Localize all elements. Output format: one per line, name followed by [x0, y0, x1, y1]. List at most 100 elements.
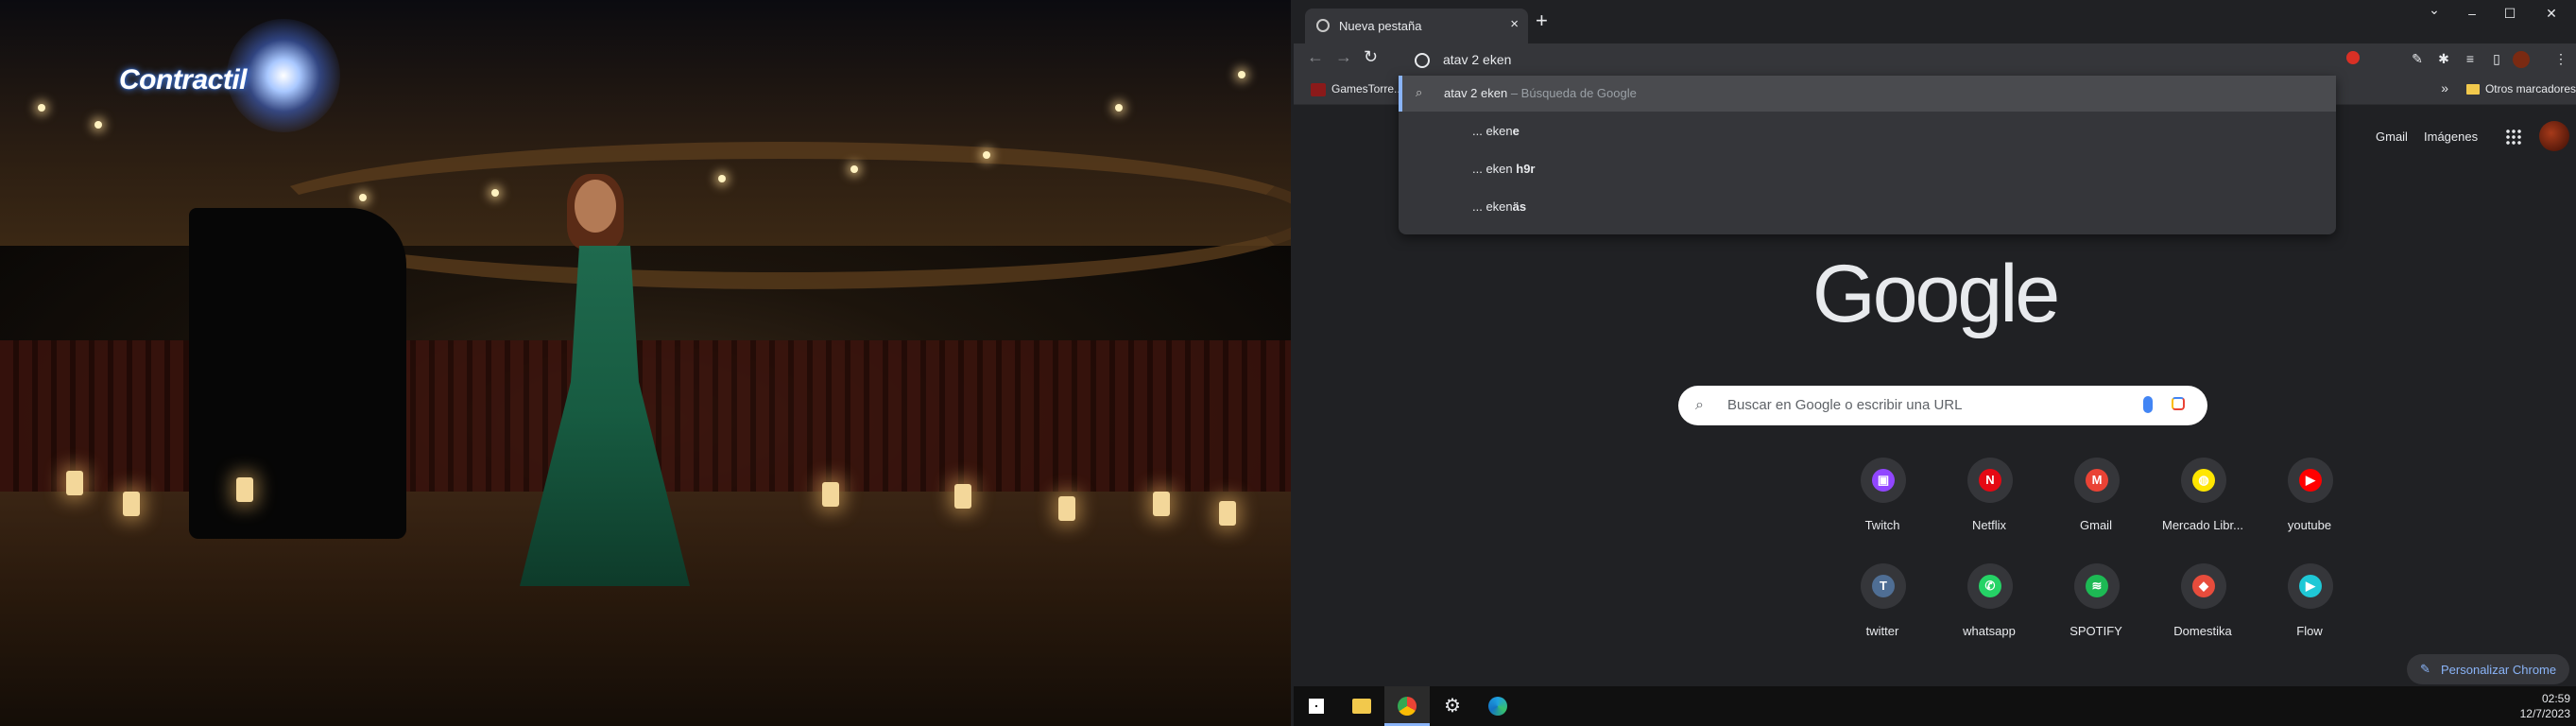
start-button[interactable] — [1294, 686, 1339, 726]
taskbar-file-explorer[interactable] — [1339, 686, 1384, 726]
suggestion-text: ... eken — [1472, 199, 1513, 214]
reload-icon[interactable]: ↻ — [1364, 47, 1378, 67]
shortcut-tile[interactable]: ▶ Flow — [2257, 563, 2362, 669]
bookmark-gamestorrents[interactable]: GamesTorre... — [1311, 82, 1403, 96]
clock-date: 12/7/2023 — [2519, 707, 2570, 720]
suggestion-text: atav 2 eken — [1444, 86, 1508, 100]
light-bulb — [94, 121, 102, 129]
side-panel-icon[interactable]: ▯ — [2488, 51, 2505, 68]
tab-new-tab[interactable]: Nueva pestaña × — [1305, 9, 1528, 43]
shortcut-icon-circle: ▶ — [2288, 563, 2333, 609]
clock[interactable]: 02:59 12/7/2023 — [2520, 691, 2570, 721]
suggestion-text: ... eken — [1472, 162, 1517, 176]
shortcut-tile[interactable]: ◆ Domestika — [2150, 563, 2256, 669]
light-bulb — [491, 189, 499, 197]
browser-window: Nueva pestaña × + ⌄ – ☐ ✕ ← → ↻ atav 2 e… — [1294, 0, 2576, 686]
shortcut-tile[interactable]: Ttwitter — [1829, 563, 1935, 669]
pen-icon[interactable]: ✎ — [2409, 51, 2426, 68]
avatar[interactable] — [2539, 121, 2569, 151]
taskbar-settings[interactable]: ⚙ — [1430, 686, 1475, 726]
avatar[interactable] — [2513, 51, 2530, 68]
tab-title: Nueva pestaña — [1339, 19, 1422, 33]
images-link[interactable]: Imágenes — [2424, 130, 2478, 144]
menu-icon[interactable]: ⋮ — [2552, 51, 2569, 68]
overlay-logo: Contractil — [119, 64, 248, 95]
shortcut-icon-circle: M — [2074, 458, 2120, 503]
taskbar-edge[interactable] — [1475, 686, 1520, 726]
light-bulb — [718, 175, 726, 182]
suggestion-item[interactable]: ⌕ atav 2 eken – Búsqueda de Google — [1399, 76, 2336, 112]
video-frame: Contractil — [0, 0, 1291, 726]
media-icon[interactable]: ≡ — [2462, 51, 2479, 68]
minimize-button[interactable]: – — [2453, 6, 2491, 21]
suggestion-item[interactable]: ... ekene — [1399, 113, 2336, 149]
search-icon: ⌕ — [1695, 397, 1704, 413]
close-icon[interactable]: × — [1510, 16, 1519, 32]
whatsapp-icon: ✆ — [1979, 575, 2001, 597]
shortcut-tile[interactable]: N Netflix — [1936, 458, 2042, 563]
shortcut-label: SPOTIFY — [2069, 624, 2122, 638]
shortcut-tile[interactable]: ▣ Twitch — [1829, 458, 1935, 563]
more-bookmarks-icon[interactable]: » — [2441, 80, 2448, 95]
shortcut-tile[interactable]: ▶ youtube — [2257, 458, 2362, 563]
edge-icon — [1488, 697, 1507, 716]
shortcut-icon-circle: ▶ — [2288, 458, 2333, 503]
google-logo: Google — [1812, 249, 2060, 339]
search-icon: ⌕ — [1416, 85, 1423, 99]
shortcut-label: Netflix — [1971, 518, 2007, 532]
address-bar[interactable]: atav 2 eken — [1398, 43, 2333, 76]
customize-chrome-button[interactable]: ✎ Personalizar Chrome — [2407, 654, 2569, 684]
gmail-link[interactable]: Gmail — [2376, 130, 2408, 144]
candle — [123, 492, 140, 516]
google-lens-icon[interactable] — [2172, 397, 2185, 410]
mercadolibre-icon: ◍ — [2192, 469, 2215, 492]
shortcut-label: Flow — [2296, 624, 2323, 638]
tab-search-icon[interactable]: ⌄ — [2415, 2, 2453, 18]
performer — [510, 174, 699, 586]
grand-piano — [189, 208, 406, 539]
shortcut-label: twitter — [1865, 624, 1899, 638]
shortcut-tile[interactable]: ≋ SPOTIFY — [2043, 563, 2149, 669]
shortcut-tile[interactable]: ✆ whatsapp — [1936, 563, 2042, 669]
suggestion-description: – Búsqueda de Google — [1507, 86, 1637, 100]
shortcut-tile[interactable]: M Gmail — [2043, 458, 2149, 563]
close-window-button[interactable]: ✕ — [2533, 6, 2570, 22]
search-box[interactable]: ⌕ Buscar en Google o escribir una URL — [1678, 386, 2207, 425]
new-tab-button[interactable]: + — [1536, 10, 1548, 31]
shortcut-label: Twitch — [1864, 518, 1900, 532]
suggestion-match: äs — [1512, 199, 1527, 214]
search-placeholder: Buscar en Google o escribir una URL — [1727, 397, 1963, 413]
maximize-button[interactable]: ☐ — [2491, 6, 2529, 22]
candle — [1058, 496, 1075, 521]
address-input[interactable]: atav 2 eken — [1443, 52, 1511, 67]
taskbar-chrome[interactable] — [1384, 686, 1430, 726]
extensions-icon[interactable]: ✱ — [2435, 51, 2452, 68]
light-bulb — [1238, 71, 1245, 78]
shortcut-tile[interactable]: ◍ Mercado Libr... — [2150, 458, 2256, 563]
candle — [822, 482, 839, 507]
chrome-icon — [1398, 697, 1417, 716]
light-bulb — [1115, 104, 1123, 112]
forward-icon[interactable]: → — [1335, 47, 1352, 67]
light-bulb — [850, 165, 858, 173]
shortcut-label: whatsapp — [1963, 624, 2016, 638]
suggestion-match: e — [1512, 124, 1520, 138]
other-bookmarks-folder[interactable]: Otros marcadores — [2465, 82, 2576, 95]
candle — [66, 471, 83, 495]
extension-red-icon[interactable] — [2344, 51, 2361, 68]
shortcut-label: youtube — [2287, 518, 2332, 532]
spotify-icon: ≋ — [2086, 575, 2108, 597]
suggestion-item[interactable]: ... ekenäs — [1399, 189, 2336, 225]
suggestion-match: h9r — [1516, 162, 1536, 176]
toolbar: ← → ↻ atav 2 eken ✎ ✱ ≡ ▯ ⋮ — [1294, 43, 2576, 76]
microphone-icon[interactable] — [2143, 396, 2153, 413]
candle — [236, 477, 253, 502]
windows-icon — [1309, 699, 1324, 714]
netflix-icon: N — [1979, 469, 2001, 492]
shortcut-icon-circle: ▣ — [1861, 458, 1906, 503]
twitter-icon: T — [1872, 575, 1895, 597]
apps-grid-icon[interactable] — [2505, 129, 2522, 146]
suggestion-item[interactable]: ... eken h9r — [1399, 151, 2336, 187]
back-icon[interactable]: ← — [1307, 47, 1324, 67]
shortcut-icon-circle: ✆ — [1967, 563, 2013, 609]
